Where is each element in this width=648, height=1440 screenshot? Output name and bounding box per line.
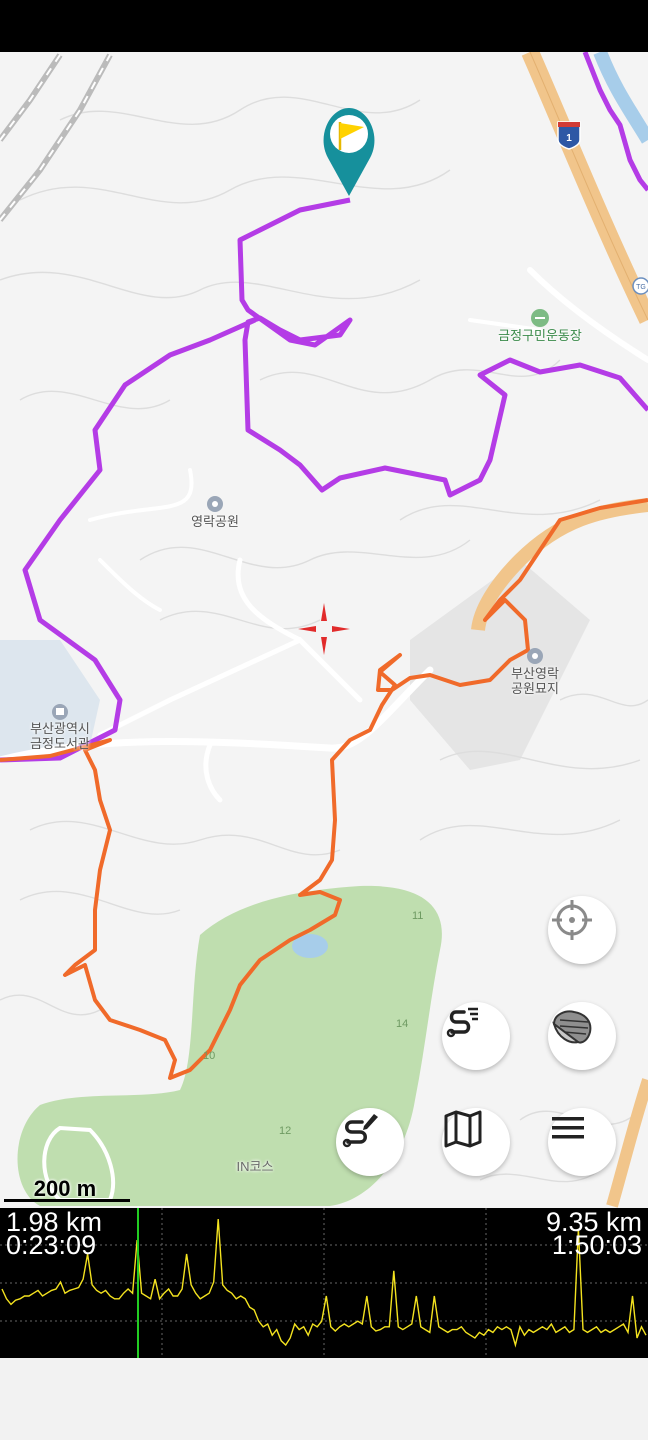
library-label: 부산광역시 금정도서관	[30, 721, 90, 751]
hole-label: 14	[396, 1018, 408, 1030]
layers-icon	[552, 1010, 592, 1044]
park-label: 영락공원	[191, 514, 239, 529]
draw-route-button[interactable]	[336, 1108, 404, 1176]
maps-button[interactable]	[442, 1108, 510, 1176]
map-view[interactable]: 11 14 10 12 1 TG 금정구민운동장 영락공원 부산영락 공원묘지 …	[0, 52, 648, 1208]
scale-line	[4, 1199, 130, 1202]
highway-shield-icon: 1	[557, 121, 581, 150]
navigation-bar-area	[0, 1358, 648, 1440]
elevation-line	[1, 1218, 647, 1348]
route-draw-icon	[342, 1114, 378, 1148]
menu-button[interactable]	[548, 1108, 616, 1176]
menu-icon	[552, 1117, 584, 1139]
locate-button[interactable]	[548, 896, 616, 964]
highway-south	[606, 1078, 648, 1208]
hole-label: 11	[412, 910, 423, 922]
current-time: 0:23:09	[6, 1230, 97, 1260]
crosshair-icon	[552, 900, 592, 940]
highway-shield-number: 1	[566, 133, 572, 144]
golf-course-label: IN코스	[236, 1159, 274, 1174]
hole-label: 10	[203, 1050, 215, 1062]
hole-label: 12	[279, 1125, 291, 1137]
cemetery-label: 부산영락 공원묘지	[511, 666, 559, 696]
railway	[0, 53, 113, 222]
track-list-icon	[446, 1007, 478, 1038]
elevation-profile-panel[interactable]: 1.98 km 0:23:09 9.35 km 1:50:03	[0, 1208, 648, 1358]
status-bar	[0, 0, 648, 52]
map-icon	[444, 1110, 482, 1148]
map-style-button[interactable]	[548, 1002, 616, 1070]
river	[593, 52, 648, 144]
sports-ground-label: 금정구민운동장	[498, 328, 582, 343]
total-time: 1:50:03	[551, 1230, 642, 1260]
track-list-button[interactable]	[442, 1002, 510, 1070]
toll-gate-label: TG	[636, 284, 646, 291]
scale-bar: 200 m	[4, 1176, 130, 1202]
toll-gate-icon: TG	[632, 277, 648, 295]
